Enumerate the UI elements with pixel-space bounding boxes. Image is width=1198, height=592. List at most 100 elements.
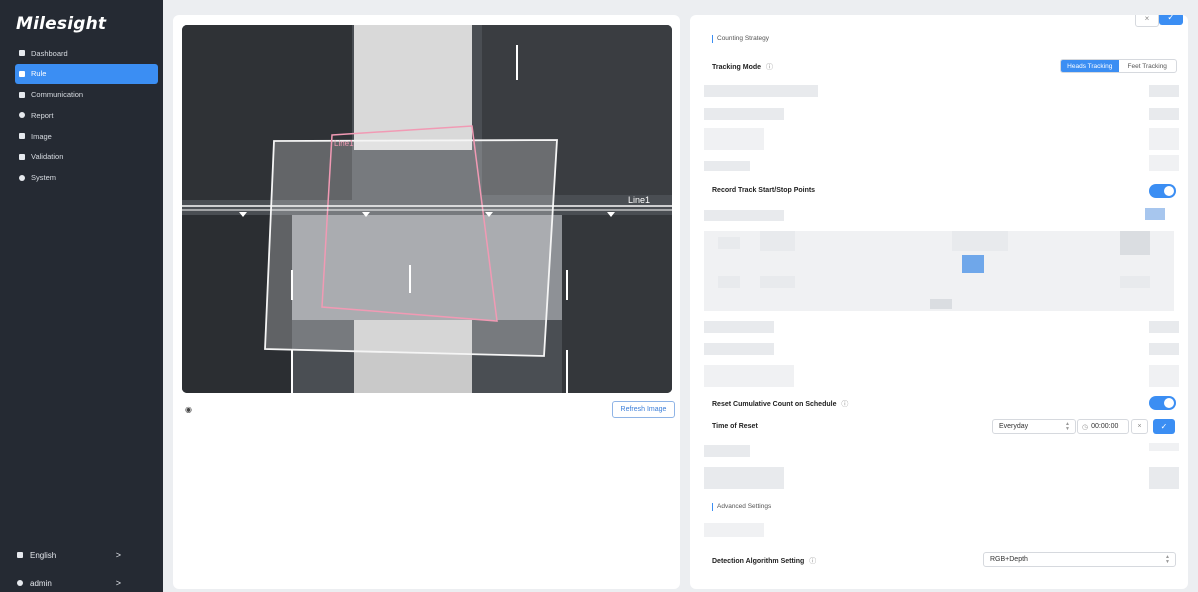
redacted-block	[704, 210, 784, 221]
reset-count-row: Reset Cumulative Count on Schedule ⓘ	[712, 399, 848, 409]
reset-time-value: 00:00:00	[1091, 423, 1119, 430]
image-panel: Line1 Line1 ◉ Refresh Image	[173, 15, 680, 589]
refresh-image-button[interactable]: Refresh Image	[612, 401, 675, 418]
sidebar-item-label: Rule	[31, 69, 47, 79]
user-menu[interactable]: admin >	[17, 575, 127, 591]
reset-count-label: Reset Cumulative Count on Schedule	[712, 401, 837, 408]
sidebar-item-rule[interactable]: Rule	[15, 63, 158, 84]
reset-confirm-button[interactable]: ✓	[1153, 419, 1175, 434]
eye-icon[interactable]: ◉	[185, 405, 192, 414]
redacted-block	[1149, 467, 1179, 489]
sidebar-item-system[interactable]: System	[15, 168, 158, 188]
image-icon	[19, 133, 25, 140]
settings-panel: × ✓ Counting Strategy Tracking Mode ⓘ He…	[690, 15, 1188, 589]
select-arrows-icon: ▲ ▼	[1165, 554, 1170, 565]
sidebar-item-report[interactable]: Report	[15, 105, 158, 125]
info-icon: ⓘ	[765, 64, 773, 71]
detection-algorithm-select[interactable]: RGB+Depth ▲ ▼	[983, 552, 1176, 567]
redacted-block	[704, 85, 818, 97]
advanced-settings-heading: Advanced Settings	[712, 503, 771, 511]
info-icon: ⓘ	[809, 558, 817, 565]
redacted-block	[952, 231, 1008, 251]
redacted-block	[704, 467, 784, 489]
redacted-block	[1149, 321, 1179, 333]
redacted-block	[704, 108, 784, 120]
record-track-label: Record Track Start/Stop Points	[712, 187, 816, 194]
reset-time-input[interactable]: ◷ 00:00:00	[1077, 419, 1129, 434]
detection-algorithm-row: Detection Algorithm Setting ⓘ	[712, 556, 816, 566]
redacted-block	[1149, 443, 1179, 451]
detection-algorithm-value: RGB+Depth	[990, 556, 1028, 563]
sidebar-item-label: Dashboard	[31, 48, 68, 58]
redacted-block	[1149, 108, 1179, 120]
redacted-block	[704, 128, 764, 150]
redacted-block	[718, 276, 740, 288]
redacted-block	[1149, 365, 1179, 387]
sidebar-item-label: System	[31, 173, 57, 183]
reset-frequency-value: Everyday	[999, 423, 1029, 430]
sidebar-item-image[interactable]: Image	[15, 126, 158, 146]
gear-icon	[19, 174, 25, 181]
info-icon: ⓘ	[841, 401, 849, 408]
language-label: English	[30, 550, 57, 560]
language-icon	[17, 552, 23, 558]
redacted-block	[930, 299, 952, 309]
reset-frequency-select[interactable]: Everyday ▲ ▼	[992, 419, 1076, 434]
redacted-block	[760, 231, 795, 251]
sidebar-item-communication[interactable]: Communication	[15, 85, 158, 105]
redacted-block	[718, 237, 740, 249]
redacted-block	[1149, 85, 1179, 97]
sidebar-item-validation[interactable]: Validation	[15, 147, 158, 167]
sidebar-item-label: Validation	[31, 152, 64, 162]
redacted-block	[704, 321, 774, 333]
redacted-block	[704, 365, 794, 387]
redacted-block	[1149, 128, 1179, 150]
select-arrows-icon: ▲ ▼	[1065, 421, 1070, 432]
rule-icon	[19, 70, 25, 77]
tracking-mode-row: Tracking Mode ⓘ	[712, 62, 773, 72]
confirm-button[interactable]: ✓	[1159, 15, 1183, 25]
logo: Milesight	[16, 14, 107, 34]
sidebar-item-dashboard[interactable]: Dashboard	[15, 43, 158, 63]
redacted-block	[1149, 343, 1179, 355]
chevron-right-icon: >	[115, 578, 121, 588]
redacted-block	[760, 276, 795, 288]
line-label: Line1	[334, 139, 354, 148]
reset-count-toggle[interactable]	[1149, 396, 1176, 410]
dashboard-icon	[19, 50, 25, 56]
camera-view[interactable]: Line1 Line1	[182, 25, 672, 393]
redacted-block	[704, 343, 774, 355]
redacted-block	[1145, 208, 1165, 220]
sidebar-item-label: Report	[31, 110, 54, 120]
communication-icon	[19, 91, 25, 98]
clock-icon: ◷	[1082, 423, 1089, 431]
sidebar: Milesight Dashboard Rule Communication R…	[0, 0, 163, 592]
sidebar-nav: Dashboard Rule Communication Report Imag…	[15, 43, 158, 189]
reset-cancel-button[interactable]: ×	[1131, 419, 1148, 434]
report-icon	[19, 112, 25, 119]
feet-tracking-option[interactable]: Feet Tracking	[1119, 60, 1177, 72]
line-label: Line1	[628, 195, 650, 205]
user-label: admin	[30, 578, 52, 588]
redacted-block	[704, 445, 750, 457]
time-of-reset-label: Time of Reset	[712, 423, 758, 430]
tracking-mode-label: Tracking Mode	[712, 64, 762, 71]
user-icon	[17, 580, 23, 586]
cancel-button[interactable]: ×	[1135, 15, 1159, 27]
heads-tracking-option[interactable]: Heads Tracking	[1061, 60, 1119, 72]
counting-strategy-heading: Counting Strategy	[712, 35, 769, 43]
record-track-toggle[interactable]	[1149, 184, 1176, 198]
redacted-block	[1120, 276, 1150, 288]
detection-algorithm-label: Detection Algorithm Setting	[712, 558, 805, 565]
sidebar-item-label: Communication	[31, 90, 84, 100]
redacted-block	[704, 161, 750, 171]
validation-icon	[19, 153, 25, 160]
redacted-block	[962, 255, 984, 273]
camera-image: Line1 Line1	[182, 25, 672, 393]
tracking-mode-switch: Heads Tracking Feet Tracking	[1060, 59, 1177, 73]
sidebar-item-label: Image	[31, 131, 52, 141]
redacted-block	[704, 523, 764, 537]
chevron-right-icon: >	[115, 550, 121, 560]
redacted-block	[1120, 231, 1150, 255]
language-selector[interactable]: English >	[17, 547, 127, 563]
